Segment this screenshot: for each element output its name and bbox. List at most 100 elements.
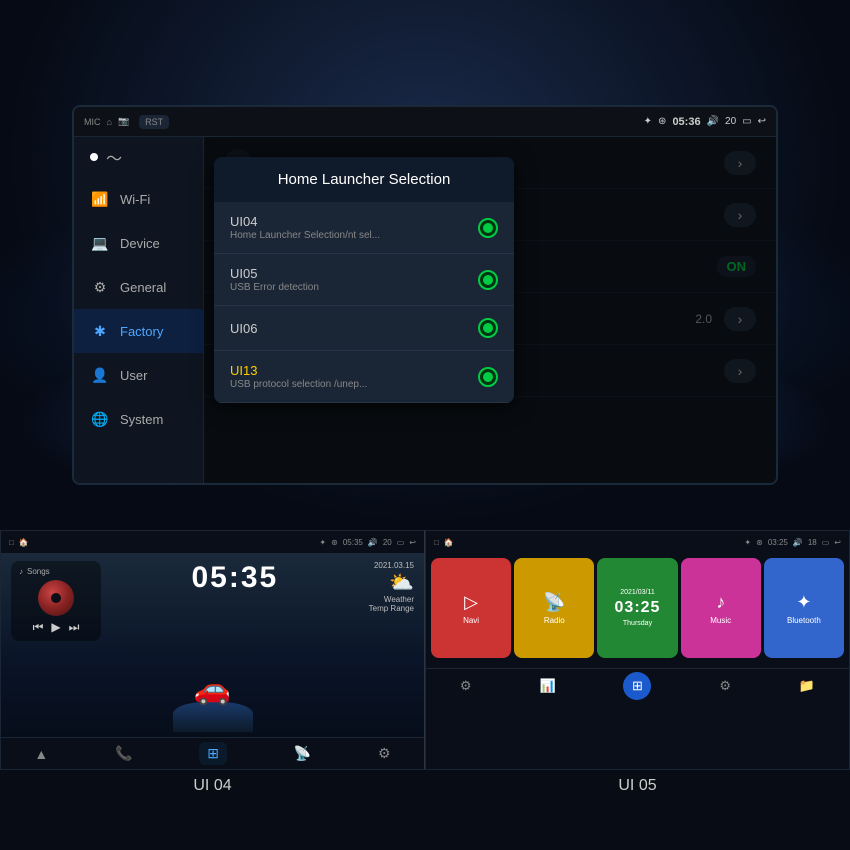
music-icon: ♪ xyxy=(716,592,725,613)
device-icon: 💻 xyxy=(90,233,110,253)
ui04-back[interactable]: ↩ xyxy=(409,538,416,547)
app-bluetooth[interactable]: ✦ Bluetooth xyxy=(764,558,844,658)
sidebar-item-wifi[interactable]: 📶 Wi-Fi xyxy=(74,177,203,221)
ui04-date: 2021.03.15 xyxy=(369,561,414,570)
radio-label: Radio xyxy=(544,616,565,625)
navi-label: Navi xyxy=(463,616,479,625)
sidebar-factory-label: Factory xyxy=(120,324,163,339)
ui06-label: UI06 xyxy=(230,321,257,336)
ui04-battery: ▭ xyxy=(397,538,405,547)
ui05-vol-icon: 🔊 xyxy=(793,538,803,547)
ui04-date-weather: 2021.03.15 ⛅ Weather Temp Range xyxy=(369,561,414,613)
sidebar-general-label: General xyxy=(120,280,166,295)
ui04-panel-label: UI 04 xyxy=(0,770,425,802)
sidebar-item-general[interactable]: ⚙ General xyxy=(74,265,203,309)
app-music[interactable]: ♪ Music xyxy=(681,558,761,658)
ui05-panel: □ 🏠 ✦ ⊛ 03:25 🔊 18 ▭ ↩ ▷ xyxy=(425,530,850,770)
car-road xyxy=(173,702,253,732)
ui05-nav-stats[interactable]: 📊 xyxy=(539,678,555,694)
clock-date: 2021/03/11 xyxy=(620,589,655,596)
ui04-radio[interactable] xyxy=(478,218,498,238)
ui04-nav-phone[interactable]: 📞 xyxy=(115,745,132,762)
ui04-content: ♪ Songs ⏮ ▶ ⏭ 05:35 xyxy=(1,553,424,769)
ui04-home-icon: □ xyxy=(9,538,14,547)
music-widget[interactable]: ♪ Songs ⏮ ▶ ⏭ xyxy=(11,561,101,641)
bottom-section: □ 🏠 ✦ ⊛ 05:35 🔊 20 ▭ ↩ xyxy=(0,530,850,850)
ui04-nav: ▲ 📞 ⊞ 📡 ⚙ xyxy=(1,737,424,769)
main-screen: MIC ⌂ 📷 RST ✦ ⊛ 05:36 🔊 20 ▭ ↩ 〜 📶 Wi-Fi… xyxy=(72,105,778,485)
power-dot xyxy=(90,153,98,161)
app-clock[interactable]: 2021/03/11 03:25 Thursday xyxy=(597,558,677,658)
ui04-nav-settings[interactable]: ⚙ xyxy=(378,745,391,762)
home-icon: ⌂ xyxy=(107,117,112,127)
next-icon[interactable]: ⏭ xyxy=(69,620,80,635)
ui04-vol-icon: 🔊 xyxy=(368,538,378,547)
sidebar-item-device[interactable]: 💻 Device xyxy=(74,221,203,265)
ui05-nav-folder[interactable]: 📁 xyxy=(799,678,815,694)
wifi-status-icon: ⊛ xyxy=(658,116,666,127)
prev-icon[interactable]: ⏮ xyxy=(33,620,44,635)
ui04-label: UI04 xyxy=(230,214,380,229)
sidebar-system-label: System xyxy=(120,412,163,427)
ui06-radio[interactable] xyxy=(478,318,498,338)
bluetooth-status-icon: ✦ xyxy=(644,116,652,127)
dialog-option-ui13[interactable]: UI13 USB protocol selection /unep... xyxy=(214,351,514,403)
wifi-signal-icon: 〜 xyxy=(106,145,122,169)
rst-button[interactable]: RST xyxy=(139,115,169,129)
ui04-top: ♪ Songs ⏮ ▶ ⏭ 05:35 xyxy=(1,553,424,641)
app-radio[interactable]: 📡 Radio xyxy=(514,558,594,658)
sidebar-wifi-label: Wi-Fi xyxy=(120,192,150,207)
play-icon[interactable]: ▶ xyxy=(51,620,60,635)
ui04-clock-area: 05:35 xyxy=(191,561,278,595)
bottom-panels: □ 🏠 ✦ ⊛ 05:35 🔊 20 ▭ ↩ xyxy=(0,530,850,770)
ui05-nav-home[interactable]: ⊞ xyxy=(623,672,651,700)
ui13-radio[interactable] xyxy=(478,367,498,387)
ui05-label: UI05 xyxy=(230,266,319,281)
ui04-temp-label: Temp Range xyxy=(369,604,414,613)
ui04-house-icon: 🏠 xyxy=(19,538,29,547)
ui04-weather-label: Weather xyxy=(369,595,414,604)
ui04-time: 05:35 xyxy=(343,538,363,547)
panel-labels: UI 04 UI 05 xyxy=(0,770,850,812)
ui05-vol-level: 18 xyxy=(808,538,817,547)
dialog-title: Home Launcher Selection xyxy=(214,157,514,202)
music-label: Music xyxy=(710,616,731,625)
dialog-option-ui04[interactable]: UI04 Home Launcher Selection/nt sel... xyxy=(214,202,514,254)
navi-icon: ▷ xyxy=(464,592,478,613)
sidebar-item-system[interactable]: 🌐 System xyxy=(74,397,203,441)
dialog-option-ui06[interactable]: UI06 xyxy=(214,306,514,351)
music-controls: ⏮ ▶ ⏭ xyxy=(19,620,93,635)
ui05-sub: USB Error detection xyxy=(230,282,319,293)
dialog-option-ui05[interactable]: UI05 USB Error detection xyxy=(214,254,514,306)
ui04-sub: Home Launcher Selection/nt sel... xyxy=(230,230,380,241)
ui05-nav-gear[interactable]: ⚙ xyxy=(719,678,731,694)
camera-icon: 📷 xyxy=(118,116,129,127)
ui04-panel: □ 🏠 ✦ ⊛ 05:35 🔊 20 ▭ ↩ xyxy=(0,530,425,770)
sidebar-item-user[interactable]: 👤 User xyxy=(74,353,203,397)
ui05-battery: ▭ xyxy=(822,538,830,547)
sidebar-user-label: User xyxy=(120,368,147,383)
ui05-panel-label: UI 05 xyxy=(425,770,850,802)
ui04-clock: 05:35 xyxy=(191,561,278,595)
music-disc xyxy=(38,580,74,616)
ui13-label: UI13 xyxy=(230,363,367,378)
music-title: ♪ Songs xyxy=(19,567,93,576)
ui05-status-bar: □ 🏠 ✦ ⊛ 03:25 🔊 18 ▭ ↩ xyxy=(426,531,849,553)
ui04-nav-home[interactable]: ⊞ xyxy=(199,742,227,765)
ui05-nav: ⚙ 📊 ⊞ ⚙ 📁 xyxy=(426,668,849,703)
home-launcher-dialog: Home Launcher Selection UI04 Home Launch… xyxy=(214,157,514,403)
sidebar-item-factory[interactable]: ✱ Factory xyxy=(74,309,203,353)
ui04-nav-signal[interactable]: 📡 xyxy=(294,745,311,762)
back-icon[interactable]: ↩ xyxy=(758,116,766,127)
ui05-back[interactable]: ↩ xyxy=(834,538,841,547)
music-songs-label: Songs xyxy=(27,567,50,576)
ui04-wifi-icon: ⊛ xyxy=(331,538,338,547)
ui04-nav-map[interactable]: ▲ xyxy=(34,746,48,762)
clock-time: 03:25 xyxy=(615,599,661,617)
ui05-status-right: ✦ ⊛ 03:25 🔊 18 ▭ ↩ xyxy=(744,538,841,547)
ui05-nav-settings[interactable]: ⚙ xyxy=(460,678,472,694)
status-time: 05:36 xyxy=(672,116,700,128)
ui05-house-icon: 🏠 xyxy=(444,538,454,547)
ui05-radio[interactable] xyxy=(478,270,498,290)
app-navi[interactable]: ▷ Navi xyxy=(431,558,511,658)
